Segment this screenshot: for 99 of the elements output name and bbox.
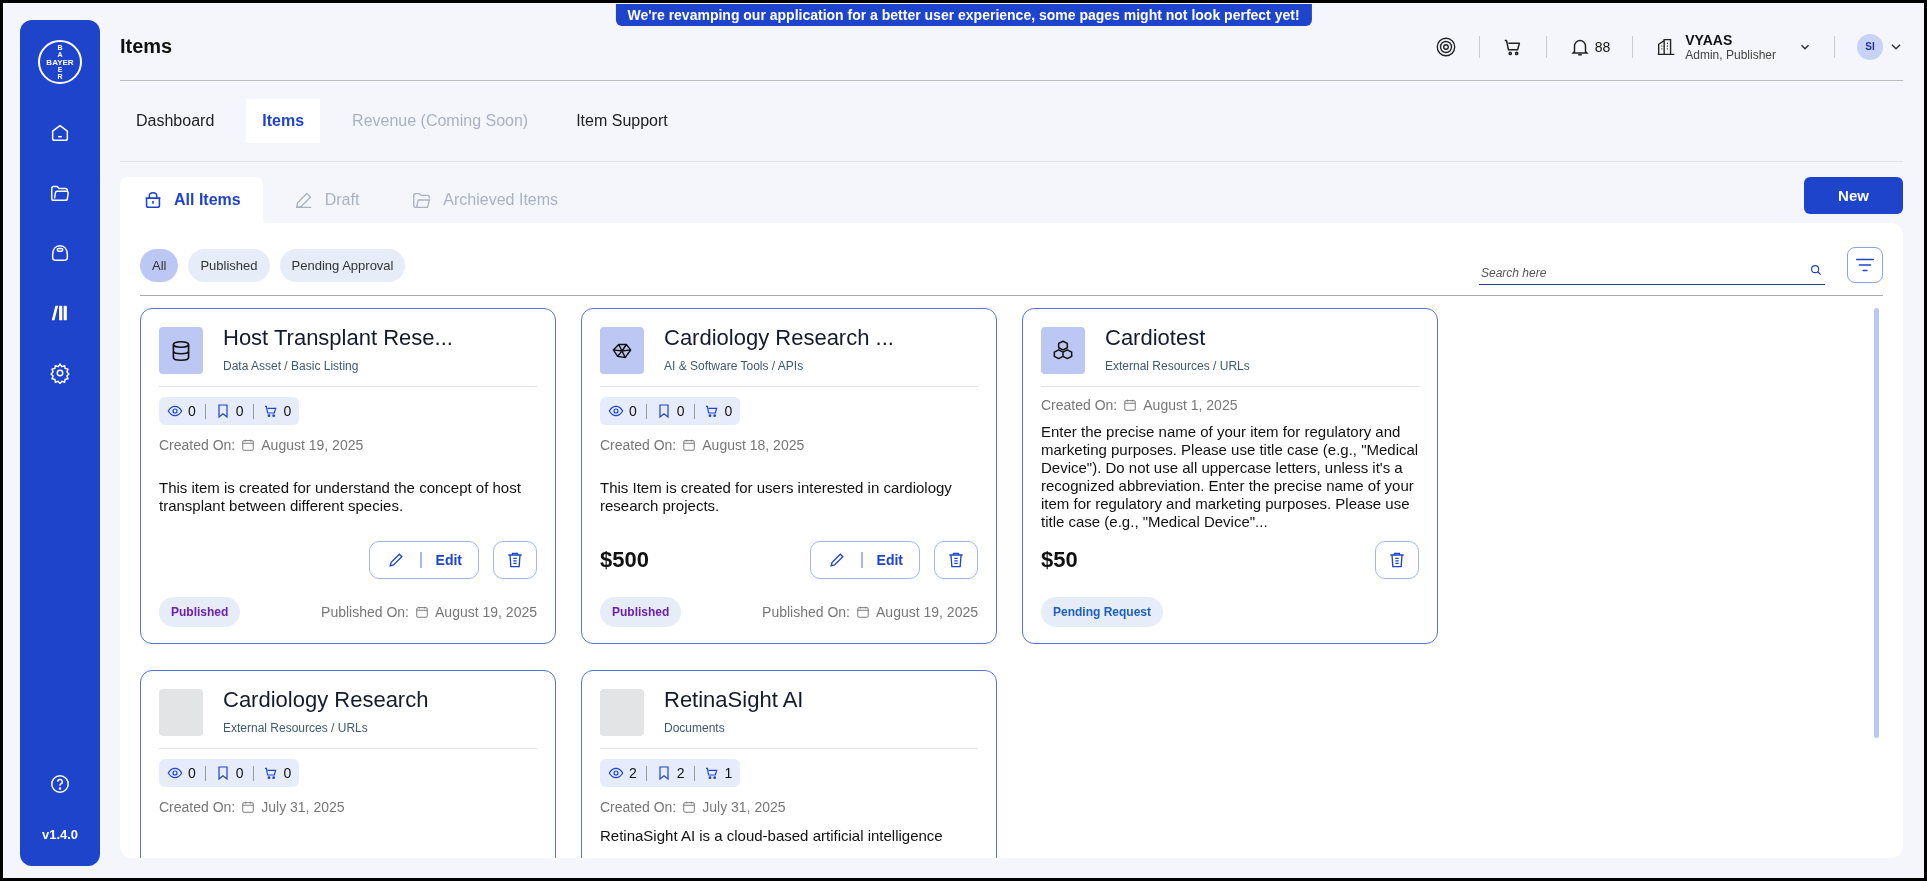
photo-placeholder: [600, 689, 644, 736]
filter-chip[interactable]: Pending Approval: [279, 248, 406, 282]
user-role: Admin, Publisher: [1685, 47, 1776, 62]
notifications-button[interactable]: 88: [1568, 35, 1611, 58]
announcement-banner: We're revamping our application for a better user experience, some pages might not look perfect yet!: [615, 4, 1312, 26]
page-title: Items: [120, 35, 173, 58]
organization-name: VYAAS: [1685, 31, 1734, 48]
target-icon[interactable]: [1434, 35, 1457, 58]
help-icon[interactable]: [49, 773, 71, 795]
item-category: Documents: [664, 721, 726, 735]
edit-button[interactable]: Edit: [810, 541, 920, 579]
nav-tab[interactable]: Item Support: [560, 99, 684, 143]
calendar-icon: [1123, 398, 1138, 412]
trash-icon: [505, 550, 525, 570]
notification-count: 88: [1594, 38, 1611, 55]
cart-count: 0: [283, 765, 292, 781]
item-card[interactable]: [140, 308, 556, 644]
item-title[interactable]: Cardiology Research: [223, 687, 429, 713]
created-label: Created On:: [1041, 397, 1118, 413]
item-description: Enter the precise name of your item for regulatory and marketing purposes. Please use title case (e.g., "Medical Device"). Do not use all uppercase letters, unless it's a recognized abbreviation. Enter the precise name of your item for regulatory and marketing purposes. Please use title case (e.g., "Medical Device"...: [1041, 423, 1419, 531]
calendar-icon: [682, 800, 697, 814]
save-count: 2: [676, 765, 685, 781]
eye-icon: [608, 403, 624, 419]
cart-icon: [262, 403, 279, 419]
new-button[interactable]: New: [1804, 177, 1903, 214]
view-count: 0: [188, 403, 196, 419]
calendar-icon: [241, 800, 256, 814]
scrollbar[interactable]: [1874, 308, 1879, 738]
item-price: $500: [600, 547, 649, 573]
save-count: 0: [676, 403, 685, 419]
created-date: July 31, 2025: [261, 799, 345, 815]
created-date: August 19, 2025: [261, 437, 364, 453]
filter-button[interactable]: [1847, 247, 1883, 283]
eye-icon: [167, 403, 183, 419]
item-description: This item is created for understand the concept of host transplant between different species.: [159, 479, 522, 515]
item-description: This Item is created for users interested in cardiology research projects.: [600, 479, 953, 515]
logo-text: BAYER: [46, 57, 74, 67]
item-category: AI & Software Tools / APIs: [664, 359, 805, 373]
search-icon[interactable]: [1809, 263, 1823, 277]
calendar-icon: [415, 605, 429, 619]
filter-chip[interactable]: Published: [188, 248, 270, 282]
cart-count: 1: [724, 765, 733, 781]
created-label: Created On:: [600, 437, 677, 453]
cart-icon: [703, 765, 720, 781]
created-date: July 31, 2025: [702, 799, 786, 815]
item-title[interactable]: Host Transplant Rese...: [223, 325, 453, 351]
content-tab[interactable]: All Items: [120, 177, 263, 223]
created-label: Created On:: [159, 799, 236, 815]
cart-icon: [703, 403, 720, 419]
item-category: External Resources / URLs: [1105, 359, 1250, 373]
edit-button[interactable]: Edit: [369, 541, 479, 579]
published-date: August 19, 2025: [435, 604, 537, 620]
view-count: 0: [188, 765, 196, 781]
trash-icon: [946, 550, 966, 570]
published-label: Published On:: [321, 604, 409, 620]
calendar-icon: [241, 438, 256, 452]
created-label: Created On:: [600, 799, 677, 815]
photo-placeholder: [159, 689, 203, 736]
delete-button[interactable]: [934, 541, 978, 579]
view-count: 2: [629, 765, 637, 781]
view-count: 0: [629, 403, 637, 419]
eye-icon: [608, 765, 624, 781]
item-description: RetinaSight AI is a cloud-based artificial intelligence: [600, 827, 944, 845]
created-date: August 1, 2025: [1143, 397, 1238, 413]
nav-tab[interactable]: Items: [246, 99, 321, 143]
status-badge: Published: [600, 597, 682, 627]
item-title[interactable]: Cardiotest: [1105, 325, 1250, 351]
delete-button[interactable]: [1375, 541, 1419, 579]
status-badge: Pending Request: [1041, 597, 1163, 627]
delete-button[interactable]: [493, 541, 537, 579]
created-date: August 18, 2025: [702, 437, 805, 453]
item-card[interactable]: [1022, 308, 1438, 644]
status-badge: Published: [159, 597, 241, 627]
save-count: 0: [235, 403, 244, 419]
nav-tab[interactable]: Dashboard: [120, 99, 231, 143]
item-title[interactable]: RetinaSight AI: [664, 687, 804, 713]
trash-icon: [1387, 550, 1407, 570]
cart-count: 0: [283, 403, 292, 419]
created-label: Created On:: [159, 437, 236, 453]
save-count: 0: [235, 765, 244, 781]
search-field[interactable]: Search here: [1479, 266, 1825, 285]
eye-icon: [167, 765, 183, 781]
item-price: $50: [1041, 547, 1078, 573]
settings-icon[interactable]: [49, 362, 71, 384]
item-category: External Resources / URLs: [223, 721, 369, 735]
item-card[interactable]: RetinaSight AI Documents 2 2 1 Created On: July 31, 2025 RetinaSight AI is a cloud-based artificial intelligence: [581, 670, 997, 858]
home-icon[interactable]: [49, 122, 71, 144]
cart-count: 0: [724, 403, 733, 419]
calendar-icon: [856, 605, 870, 619]
item-card[interactable]: Cardiology Research External Resources / URLs 0 0 0 Created On: July 31, 2025: [140, 670, 556, 858]
item-title[interactable]: Cardiology Research ...: [664, 325, 894, 351]
filter-chip[interactable]: All: [140, 248, 179, 282]
published-date: August 19, 2025: [876, 604, 978, 620]
user-avatar[interactable]: SI: [1857, 33, 1883, 60]
version-label: v1.4.0: [41, 827, 79, 842]
published-label: Published On:: [762, 604, 850, 620]
cart-icon: [262, 765, 279, 781]
item-category: Data Asset / Basic Listing: [223, 359, 360, 373]
calendar-icon: [682, 438, 697, 452]
